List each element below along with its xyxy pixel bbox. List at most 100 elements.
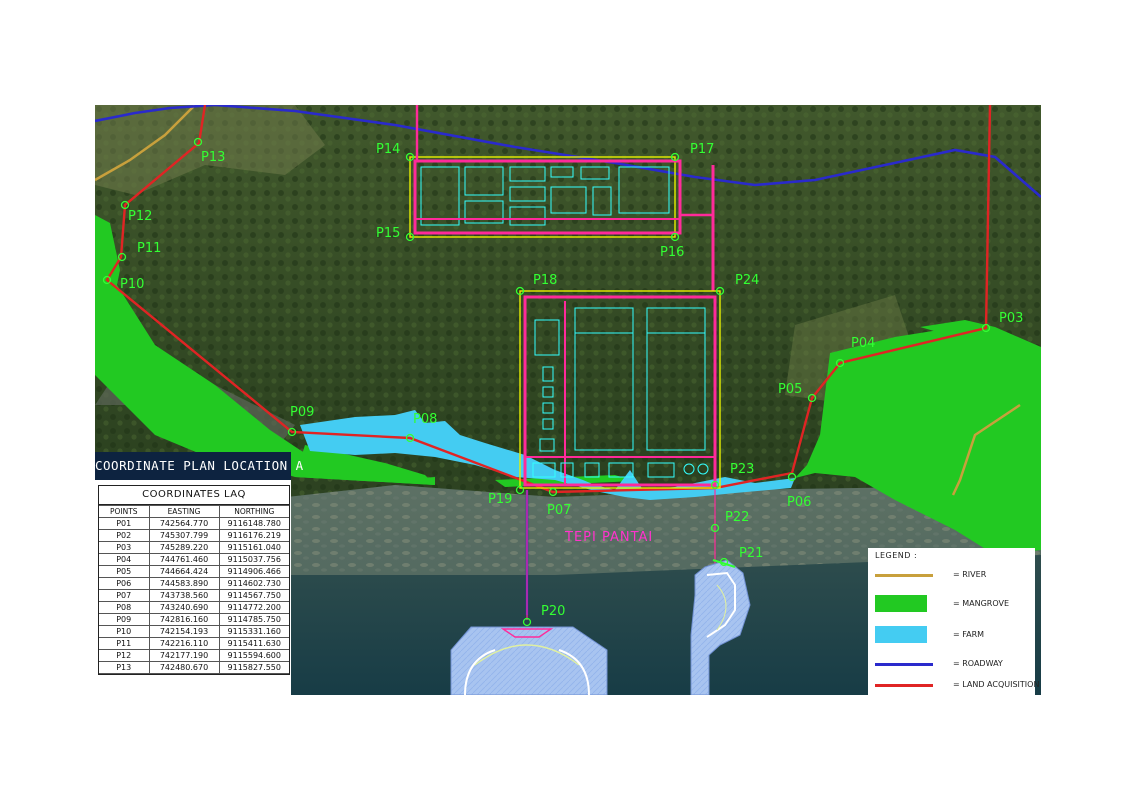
point-cell: P12: [99, 649, 150, 662]
svg-text:P21: P21: [739, 546, 763, 561]
table-row: P03 745289.220 9115161.040: [99, 541, 289, 554]
svg-text:P16: P16: [660, 245, 684, 260]
easting-cell: 743738.560: [148, 589, 220, 602]
svg-text:P04: P04: [851, 336, 875, 351]
legend-item-mangrove: = MANGROVE: [875, 595, 1033, 615]
coordinate-table-header: POINTS EASTING NORTHING: [99, 505, 289, 518]
point-cell: P11: [99, 637, 150, 650]
legend-label: = RIVER: [953, 570, 987, 579]
point-cell: P06: [99, 577, 150, 590]
svg-text:P22: P22: [725, 510, 749, 525]
legend-label: = ROADWAY: [953, 659, 1003, 668]
svg-text:P13: P13: [201, 150, 225, 165]
table-row: P01 742564.770 9116148.780: [99, 517, 289, 530]
legend-item-roadway: = ROADWAY: [875, 657, 1033, 677]
header-northing: NORTHING: [218, 505, 289, 518]
farm-swatch: [875, 626, 927, 643]
easting-cell: 744583.890: [148, 577, 220, 590]
point-cell: P09: [99, 613, 150, 626]
northing-cell: 9115594.600: [218, 649, 289, 662]
svg-text:P23: P23: [730, 462, 754, 477]
easting-cell: 742216.110: [148, 637, 220, 650]
point-cell: P08: [99, 601, 150, 614]
legend-label: = MANGROVE: [953, 599, 1010, 608]
table-row: P08 743240.690 9114772.200: [99, 601, 289, 614]
easting-cell: 742564.770: [148, 517, 220, 530]
easting-cell: 742816.160: [148, 613, 220, 626]
northing-cell: 9115827.550: [218, 661, 289, 674]
svg-text:P03: P03: [999, 311, 1023, 326]
svg-text:P17: P17: [690, 142, 714, 157]
table-row: P12 742177.190 9115594.600: [99, 649, 289, 662]
point-cell: P01: [99, 517, 150, 530]
easting-cell: 742154.193: [148, 625, 220, 638]
legend-title: LEGEND :: [875, 551, 918, 560]
northing-cell: 9114785.750: [218, 613, 289, 626]
svg-text:P07: P07: [547, 503, 571, 518]
svg-text:P14: P14: [376, 142, 400, 157]
coordinate-table-box: COORDINATES LAQ POINTS EASTING NORTHING …: [98, 485, 290, 675]
easting-cell: 745307.799: [148, 529, 220, 542]
svg-text:P18: P18: [533, 273, 557, 288]
point-cell: P03: [99, 541, 150, 554]
svg-text:P12: P12: [128, 209, 152, 224]
legend-label: = LAND ACQUISITION: [953, 680, 1040, 689]
svg-text:P20: P20: [541, 604, 565, 619]
svg-text:P05: P05: [778, 382, 802, 397]
easting-cell: 745289.220: [148, 541, 220, 554]
land-acquisition-swatch: [875, 684, 933, 687]
coordinate-table-body: P01 742564.770 9116148.780 P02 745307.799 911…: [99, 517, 289, 674]
easting-cell: 744664.424: [148, 565, 220, 578]
easting-cell: 742177.190: [148, 649, 220, 662]
table-row: P05 744664.424 9114906.466: [99, 565, 289, 578]
northing-cell: 9116148.780: [218, 517, 289, 530]
coordinate-table: POINTS EASTING NORTHING P01 742564.770 911…: [99, 505, 289, 674]
coordinate-table-title: COORDINATES LAQ: [99, 486, 289, 505]
river-swatch: [875, 574, 933, 577]
easting-cell: 744761.460: [148, 553, 220, 566]
legend: LEGEND : = RIVER = MANGROVE = FARM = ROADWA…: [868, 548, 1039, 698]
header-points: POINTS: [99, 505, 150, 518]
easting-cell: 742480.670: [148, 661, 220, 674]
northing-cell: 9114906.466: [218, 565, 289, 578]
point-cell: P10: [99, 625, 150, 638]
northing-cell: 9114772.200: [218, 601, 289, 614]
coordinate-panel: COORDINATE PLAN LOCATION A COORDINATES L…: [95, 452, 303, 695]
svg-text:P09: P09: [290, 405, 314, 420]
point-cell: P02: [99, 529, 150, 542]
legend-item-land-acquisition: = LAND ACQUISITION: [875, 678, 1039, 698]
northing-cell: 9115411.630: [218, 637, 289, 650]
northing-cell: 9115331.160: [218, 625, 289, 638]
place-label-tepi-pantai: TEPI PANTAI: [564, 530, 653, 545]
point-cell: P05: [99, 565, 150, 578]
table-row: P06 744583.890 9114602.730: [99, 577, 289, 590]
table-row: P10 742154.193 9115331.160: [99, 625, 289, 638]
table-row: P13 742480.670 9115827.550: [99, 661, 289, 674]
table-row: P07 743738.560 9114567.750: [99, 589, 289, 602]
coordinate-panel-title: COORDINATE PLAN LOCATION A: [95, 452, 303, 480]
legend-label: = FARM: [953, 630, 985, 639]
northing-cell: 9114602.730: [218, 577, 289, 590]
svg-text:P11: P11: [137, 241, 161, 256]
northing-cell: 9115161.040: [218, 541, 289, 554]
header-easting: EASTING: [148, 505, 220, 518]
svg-text:P24: P24: [735, 273, 759, 288]
easting-cell: 743240.690: [148, 601, 220, 614]
point-cell: P04: [99, 553, 150, 566]
legend-item-farm: = FARM: [875, 626, 1033, 646]
northing-cell: 9116176.219: [218, 529, 289, 542]
point-cell: P07: [99, 589, 150, 602]
roadway-swatch: [875, 663, 933, 666]
table-row: P09 742816.160 9114785.750: [99, 613, 289, 626]
svg-text:P06: P06: [787, 495, 811, 510]
svg-text:P19: P19: [488, 492, 512, 507]
svg-text:P08: P08: [413, 412, 437, 427]
point-cell: P13: [99, 661, 150, 674]
northing-cell: 9114567.750: [218, 589, 289, 602]
table-row: P04 744761.460 9115037.756: [99, 553, 289, 566]
svg-text:P10: P10: [120, 277, 144, 292]
svg-text:P15: P15: [376, 226, 400, 241]
legend-item-river: = RIVER: [875, 568, 1033, 588]
table-row: P11 742216.110 9115411.630: [99, 637, 289, 650]
table-row: P02 745307.799 9116176.219: [99, 529, 289, 542]
